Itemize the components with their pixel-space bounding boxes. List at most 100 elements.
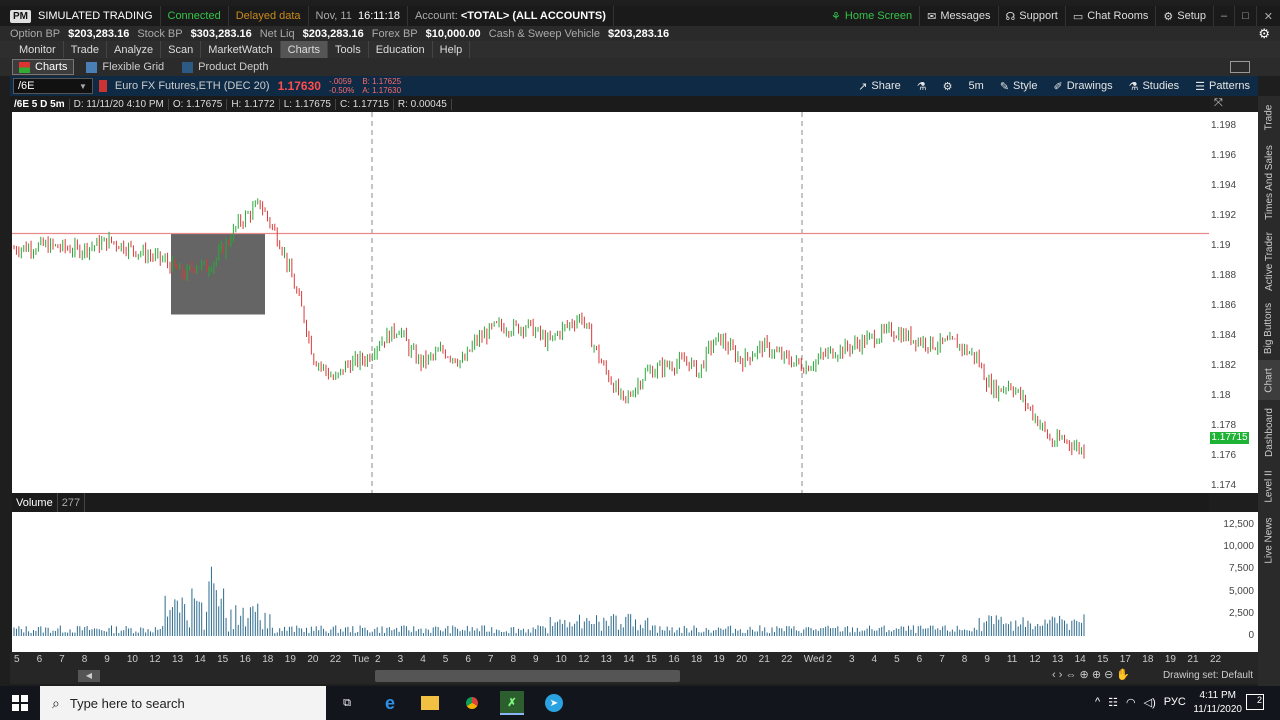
chart-toolbar: ▼ Euro FX Futures,ETH (DEC 20) 1.17630 -… — [10, 76, 1258, 96]
collapse-icon[interactable]: ⤧ — [1214, 97, 1223, 110]
price-tick-label: 1.194 — [1211, 179, 1237, 191]
side-tab-big-buttons[interactable]: Big Buttons — [1258, 296, 1280, 360]
chart-scrollbar[interactable] — [375, 670, 680, 682]
side-tab-label: Times And Sales — [1263, 144, 1275, 220]
setup-button[interactable]: ⚙ Setup — [1156, 6, 1214, 26]
side-tab-level-ii[interactable]: Level II — [1258, 464, 1280, 508]
tab-monitor[interactable]: Monitor — [12, 41, 64, 58]
time-axis[interactable]: 5 6 7 8 9 10 12 13 14 15 16 18 19 20 22 Tue 2 3 4 5 6 7 8 9 10 12… — [10, 652, 1258, 668]
time-tick-label: 18 — [1142, 654, 1154, 665]
minimize-button[interactable]: – — [1214, 6, 1236, 26]
pan-icon[interactable]: ✋ — [1116, 669, 1130, 681]
flask-button[interactable]: ⚗ — [909, 76, 935, 96]
connection-status[interactable]: Connected — [161, 6, 229, 26]
bid-value: B: 1.17625 — [362, 77, 402, 86]
scroll-right-icon[interactable]: › — [1059, 669, 1063, 681]
scroll-left-icon[interactable]: ‹ — [1052, 669, 1056, 681]
expand-icon[interactable]: ⇔ — [1065, 669, 1076, 681]
notification-button[interactable]: 2 — [1246, 694, 1264, 710]
time-tick-label: 8 — [81, 654, 88, 665]
windows-start-icon[interactable] — [8, 691, 32, 715]
volume-icon[interactable]: ◁) — [1144, 696, 1156, 709]
share-label: Share — [871, 80, 901, 92]
time-tick-label: 5 — [14, 654, 20, 665]
title-bar: PM SIMULATED TRADING Connected Delayed d… — [0, 6, 1280, 26]
bar-range: R: 0.00045 — [394, 98, 452, 110]
task-view-icon[interactable]: ⧉ — [335, 691, 359, 715]
side-tab-label: Big Buttons — [1263, 302, 1275, 354]
thinkorswim-icon[interactable]: ✗ — [500, 691, 524, 715]
chart-settings-button[interactable]: ⚙ — [935, 76, 961, 96]
drawings-icon: ✐ — [1053, 80, 1063, 93]
side-tab-trade[interactable]: Trade — [1258, 96, 1280, 138]
subtab-flexible-grid[interactable]: Flexible Grid — [80, 59, 170, 75]
side-tab-live-news[interactable]: Live News — [1258, 508, 1280, 572]
time-tick-label: 12 — [578, 654, 590, 665]
language-indicator[interactable]: РУС — [1164, 696, 1186, 709]
layout-box[interactable] — [1230, 61, 1250, 73]
bp-label: Cash & Sweep Vehicle — [488, 27, 600, 40]
side-tab-label: Trade — [1263, 104, 1275, 130]
tab-tools[interactable]: Tools — [328, 41, 369, 58]
grid-icon — [86, 61, 98, 73]
chat-rooms-button[interactable]: ▭ Chat Rooms — [1066, 6, 1157, 26]
tab-education[interactable]: Education — [369, 41, 433, 58]
change-block: -.0059 -0.50% — [329, 77, 354, 95]
account-selector[interactable]: Account: <TOTAL> (ALL ACCOUNTS) — [408, 6, 614, 26]
drawings-button[interactable]: ✐ Drawings — [1046, 76, 1121, 96]
alert-icon[interactable] — [98, 80, 107, 92]
volume-chart[interactable] — [12, 512, 1209, 652]
side-tab-active-trader[interactable]: Active Trader — [1258, 226, 1280, 296]
right-side-tabs: Trade Times And Sales Active Trader Big … — [1258, 96, 1280, 686]
pan-left-button[interactable]: ◀ — [78, 670, 100, 682]
tab-marketwatch[interactable]: MarketWatch — [201, 41, 281, 58]
side-tab-times-and-sales[interactable]: Times And Sales — [1258, 138, 1280, 226]
telegram-icon[interactable]: ➤ — [542, 691, 566, 715]
settings-gear-icon[interactable]: ⚙ — [1258, 26, 1270, 42]
chat-icon: ▭ — [1072, 10, 1084, 23]
patterns-button[interactable]: ☰ Patterns — [1187, 76, 1258, 96]
side-tab-label: Level II — [1263, 469, 1275, 503]
search-placeholder: Type here to search — [69, 695, 185, 711]
subtab-charts[interactable]: Charts — [12, 59, 75, 75]
main-menu: Monitor Trade Analyze Scan MarketWatch C… — [0, 41, 1280, 58]
style-button[interactable]: ✎ Style — [992, 76, 1046, 96]
zoom-in-icon[interactable]: ⊕ — [1092, 669, 1101, 681]
time-tick-label: 13 — [600, 654, 612, 665]
side-tab-chart[interactable]: Chart — [1258, 360, 1280, 400]
system-clock[interactable]: 4:11 PM 11/11/2020 — [1193, 689, 1242, 717]
chart-scroll-row: ◀ ‹ › ⇔ ⊕ ⊕ ⊖ ✋ Drawing set: Default — [10, 668, 1258, 684]
subtab-product-depth[interactable]: Product Depth — [176, 59, 274, 75]
support-button[interactable]: ☊ Support — [999, 6, 1066, 26]
time-tick-label: 20 — [307, 654, 319, 665]
network-icon[interactable]: ☷ — [1108, 696, 1118, 709]
close-button[interactable]: ✕ — [1257, 6, 1280, 26]
crosshair-icon[interactable]: ⊕ — [1080, 669, 1089, 681]
symbol-dropdown-icon[interactable]: ▼ — [79, 82, 87, 91]
tab-scan[interactable]: Scan — [161, 41, 202, 58]
volume-tick-label: 2,500 — [1228, 607, 1254, 619]
studies-button[interactable]: ⚗ Studies — [1121, 76, 1188, 96]
tab-charts[interactable]: Charts — [280, 41, 329, 58]
edge-icon[interactable]: e — [378, 691, 402, 715]
tab-help[interactable]: Help — [433, 41, 471, 58]
maximize-button[interactable]: □ — [1235, 6, 1257, 26]
drawings-label: Drawings — [1066, 80, 1113, 92]
timeframe-button[interactable]: 5m — [961, 76, 992, 96]
wifi-icon[interactable]: ◠ — [1126, 696, 1136, 709]
chevron-up-icon[interactable]: ^ — [1095, 696, 1100, 709]
file-explorer-icon[interactable] — [418, 691, 442, 715]
style-label: Style — [1013, 80, 1038, 92]
drawing-set-label[interactable]: Drawing set: Default — [1163, 670, 1253, 681]
side-tab-label: Dashboard — [1263, 407, 1275, 457]
chrome-icon[interactable] — [460, 691, 484, 715]
tab-trade[interactable]: Trade — [64, 41, 108, 58]
zoom-out-icon[interactable]: ⊖ — [1104, 669, 1113, 681]
taskbar-search[interactable]: ⌕ Type here to search — [40, 686, 326, 720]
home-screen-button[interactable]: ⚘ Home Screen — [824, 6, 921, 26]
price-chart[interactable] — [12, 112, 1209, 493]
side-tab-dashboard[interactable]: Dashboard — [1258, 400, 1280, 464]
tab-analyze[interactable]: Analyze — [107, 41, 162, 58]
share-button[interactable]: ↗ Share — [850, 76, 909, 96]
messages-button[interactable]: ✉ Messages — [920, 6, 999, 26]
